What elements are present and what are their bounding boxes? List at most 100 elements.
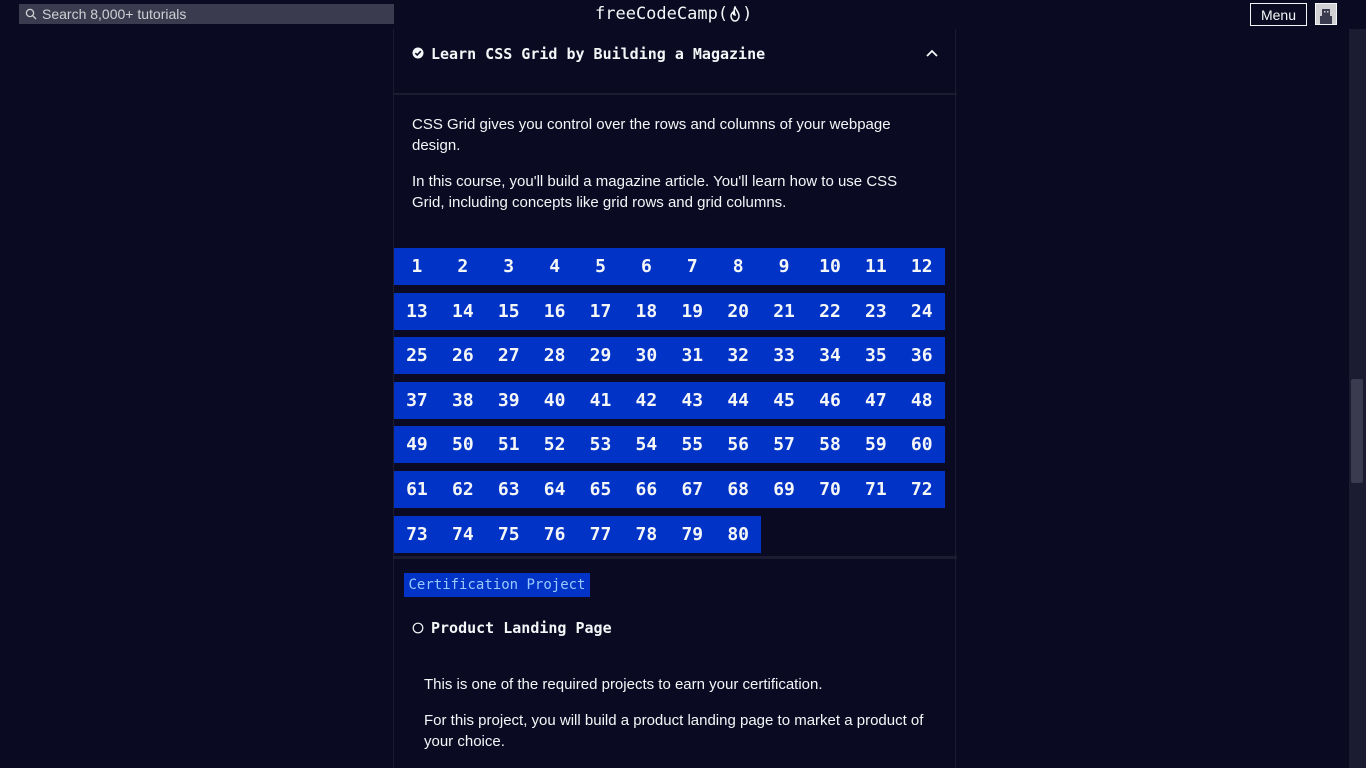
step-button[interactable]: 14 bbox=[439, 292, 486, 330]
step-button[interactable]: 11 bbox=[852, 248, 899, 285]
step-button[interactable]: 80 bbox=[715, 515, 762, 553]
step-button[interactable]: 22 bbox=[807, 292, 853, 330]
curriculum-column: Learn CSS Grid by Building a Magazine CS… bbox=[393, 29, 957, 768]
step-button[interactable]: 17 bbox=[577, 292, 624, 330]
step-button[interactable]: 62 bbox=[439, 470, 486, 508]
step-button[interactable]: 6 bbox=[623, 248, 670, 285]
step-button[interactable]: 64 bbox=[531, 470, 578, 508]
step-button[interactable]: 9 bbox=[761, 248, 808, 285]
step-button[interactable]: 15 bbox=[485, 292, 532, 330]
step-button[interactable]: 26 bbox=[439, 337, 486, 375]
step-button[interactable]: 34 bbox=[807, 337, 853, 375]
step-button[interactable]: 38 bbox=[439, 381, 486, 419]
step-button[interactable]: 10 bbox=[807, 248, 853, 285]
step-button[interactable]: 33 bbox=[761, 337, 808, 375]
step-button[interactable]: 73 bbox=[394, 515, 440, 553]
logo-text-end: ) bbox=[742, 4, 753, 24]
step-button[interactable]: 2 bbox=[439, 248, 486, 285]
block-header[interactable]: Learn CSS Grid by Building a Magazine bbox=[394, 29, 957, 95]
avatar[interactable] bbox=[1315, 3, 1337, 25]
step-button[interactable]: 35 bbox=[852, 337, 899, 375]
step-button[interactable]: 3 bbox=[485, 248, 532, 285]
step-button[interactable]: 78 bbox=[623, 515, 670, 553]
step-button[interactable]: 20 bbox=[715, 292, 762, 330]
step-button[interactable]: 65 bbox=[577, 470, 624, 508]
step-button[interactable]: 32 bbox=[715, 337, 762, 375]
step-button[interactable]: 48 bbox=[898, 381, 945, 419]
step-button[interactable]: 13 bbox=[394, 292, 440, 330]
step-button[interactable]: 63 bbox=[485, 470, 532, 508]
step-button[interactable]: 40 bbox=[531, 381, 578, 419]
step-button[interactable]: 41 bbox=[577, 381, 624, 419]
step-button[interactable]: 27 bbox=[485, 337, 532, 375]
step-button[interactable]: 68 bbox=[715, 470, 762, 508]
step-button[interactable]: 45 bbox=[761, 381, 808, 419]
step-button[interactable]: 30 bbox=[623, 337, 670, 375]
top-navbar: freeCodeCamp( ) Menu bbox=[0, 0, 1366, 29]
step-button[interactable]: 56 bbox=[715, 426, 762, 464]
step-button[interactable]: 70 bbox=[807, 470, 853, 508]
step-button[interactable]: 61 bbox=[394, 470, 440, 508]
step-button[interactable]: 72 bbox=[898, 470, 945, 508]
step-button[interactable]: 23 bbox=[852, 292, 899, 330]
step-button[interactable]: 50 bbox=[439, 426, 486, 464]
step-button[interactable]: 49 bbox=[394, 426, 440, 464]
step-button[interactable]: 7 bbox=[669, 248, 716, 285]
step-button[interactable]: 79 bbox=[669, 515, 716, 553]
step-button[interactable]: 16 bbox=[531, 292, 578, 330]
scrollbar-thumb[interactable] bbox=[1351, 379, 1363, 483]
step-button[interactable]: 57 bbox=[761, 426, 808, 464]
step-button[interactable]: 66 bbox=[623, 470, 670, 508]
block-title[interactable]: Learn CSS Grid by Building a Magazine bbox=[431, 45, 765, 63]
step-button[interactable]: 5 bbox=[577, 248, 624, 285]
step-button[interactable]: 52 bbox=[531, 426, 578, 464]
step-button[interactable]: 75 bbox=[485, 515, 532, 553]
step-button[interactable]: 43 bbox=[669, 381, 716, 419]
step-button[interactable]: 67 bbox=[669, 470, 716, 508]
step-button[interactable]: 21 bbox=[761, 292, 808, 330]
step-button[interactable]: 37 bbox=[394, 381, 440, 419]
step-button[interactable]: 69 bbox=[761, 470, 808, 508]
step-button[interactable]: 44 bbox=[715, 381, 762, 419]
step-button[interactable]: 39 bbox=[485, 381, 532, 419]
step-button[interactable]: 28 bbox=[531, 337, 578, 375]
flame-icon bbox=[729, 6, 741, 22]
step-button[interactable]: 53 bbox=[577, 426, 624, 464]
step-button[interactable]: 77 bbox=[577, 515, 624, 553]
step-button[interactable]: 74 bbox=[439, 515, 486, 553]
project-title-link[interactable]: Product Landing Page bbox=[431, 619, 612, 637]
step-button[interactable]: 47 bbox=[852, 381, 899, 419]
search-input[interactable] bbox=[42, 5, 372, 23]
certification-project-badge: Certification Project bbox=[404, 573, 590, 597]
step-button[interactable]: 31 bbox=[669, 337, 716, 375]
step-button[interactable]: 60 bbox=[898, 426, 945, 464]
step-button[interactable]: 19 bbox=[669, 292, 716, 330]
user-avatar-icon bbox=[1320, 9, 1332, 24]
step-button[interactable]: 54 bbox=[623, 426, 670, 464]
menu-button[interactable]: Menu bbox=[1250, 3, 1307, 26]
step-button[interactable]: 46 bbox=[807, 381, 853, 419]
step-button[interactable]: 42 bbox=[623, 381, 670, 419]
step-button[interactable]: 36 bbox=[898, 337, 945, 375]
block-description: In this course, you'll build a magazine … bbox=[412, 173, 898, 211]
step-button[interactable]: 71 bbox=[852, 470, 899, 508]
step-button[interactable]: 24 bbox=[898, 292, 945, 330]
step-button[interactable]: 58 bbox=[807, 426, 853, 464]
search-bar[interactable] bbox=[19, 4, 394, 24]
step-button[interactable]: 55 bbox=[669, 426, 716, 464]
step-button[interactable]: 51 bbox=[485, 426, 532, 464]
step-button[interactable]: 4 bbox=[531, 248, 578, 285]
project-description: This is one of the required projects to … bbox=[424, 676, 823, 693]
step-button[interactable]: 12 bbox=[898, 248, 945, 285]
step-button[interactable]: 8 bbox=[715, 248, 762, 285]
chevron-up-icon[interactable] bbox=[925, 48, 939, 58]
step-button[interactable]: 59 bbox=[852, 426, 899, 464]
block-description: CSS Grid gives you control over the rows… bbox=[412, 116, 891, 154]
step-button[interactable]: 25 bbox=[394, 337, 440, 375]
search-icon bbox=[25, 8, 37, 20]
step-button[interactable]: 29 bbox=[577, 337, 624, 375]
step-button[interactable]: 1 bbox=[394, 248, 440, 285]
step-button[interactable]: 18 bbox=[623, 292, 670, 330]
freecodecamp-logo[interactable]: freeCodeCamp( ) bbox=[595, 3, 752, 25]
step-button[interactable]: 76 bbox=[531, 515, 578, 553]
